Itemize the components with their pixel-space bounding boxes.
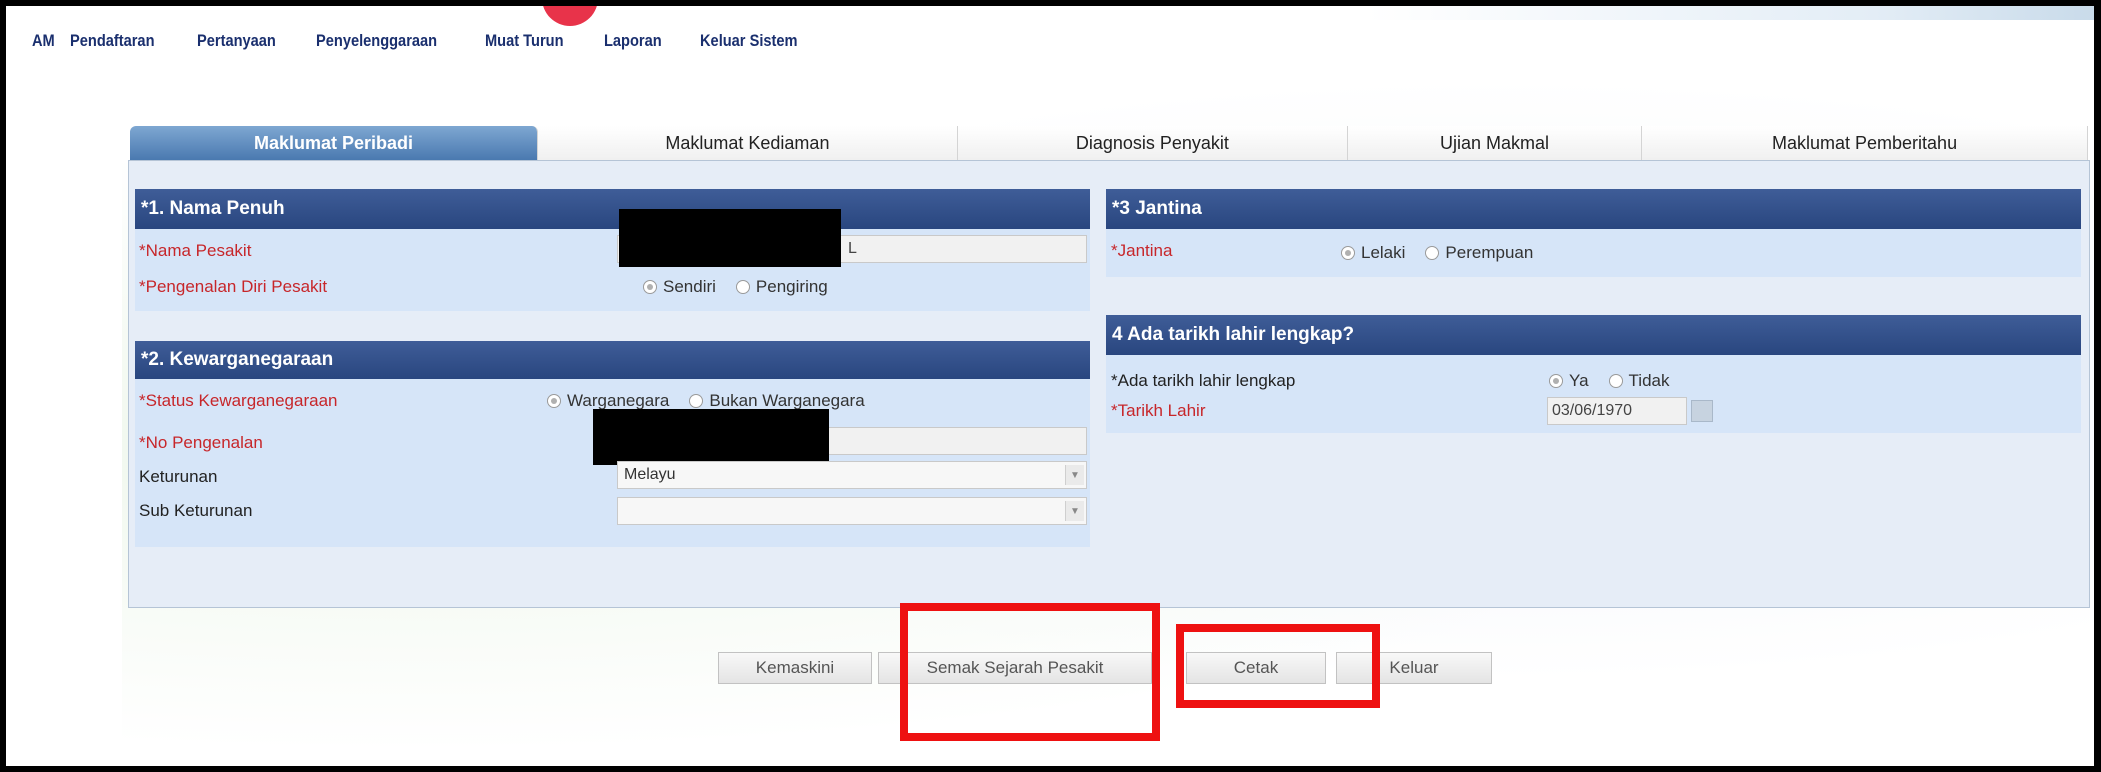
menu-item-laporan[interactable]: Laporan bbox=[604, 31, 662, 51]
section-jantina-body bbox=[1106, 229, 2081, 277]
tab-maklumat-peribadi[interactable]: Maklumat Peribadi bbox=[130, 126, 538, 160]
header-fade-decoration bbox=[1366, 6, 2094, 20]
nama-pesakit-value: L bbox=[848, 240, 857, 257]
section-nama-penuh-header: *1. Nama Penuh bbox=[135, 189, 1090, 229]
chevron-down-icon[interactable]: ▼ bbox=[1065, 501, 1084, 521]
form-panel: *1. Nama Penuh *Nama Pesakit L *Pengenal… bbox=[128, 160, 2090, 608]
keturunan-label: Keturunan bbox=[139, 467, 218, 486]
chevron-down-icon[interactable]: ▼ bbox=[1065, 465, 1084, 485]
tab-ujian-makmal[interactable]: Ujian Makmal bbox=[1348, 126, 1643, 160]
sub-keturunan-label: Sub Keturunan bbox=[139, 501, 253, 520]
pengenalan-diri-label: *Pengenalan Diri Pesakit bbox=[139, 277, 328, 296]
status-kewarganegaraan-radio-group: Warganegara Bukan Warganegara bbox=[547, 391, 885, 411]
radio-perempuan-label: Perempuan bbox=[1445, 243, 1534, 262]
section-tarikh-lahir-header: 4 Ada tarikh lahir lengkap? bbox=[1106, 315, 2081, 355]
no-pengenalan-label: *No Pengenalan bbox=[139, 433, 263, 452]
form-tabs: Maklumat Peribadi Maklumat Kediaman Diag… bbox=[130, 126, 2088, 161]
red-marker-decoration bbox=[542, 6, 598, 26]
radio-bukan-warganegara-label: Bukan Warganegara bbox=[709, 391, 865, 410]
radio-pengiring[interactable] bbox=[735, 280, 750, 294]
radio-perempuan[interactable] bbox=[1425, 246, 1440, 260]
menu-item-muat-turun[interactable]: Muat Turun bbox=[485, 31, 564, 51]
tab-diagnosis-penyakit[interactable]: Diagnosis Penyakit bbox=[958, 126, 1348, 160]
radio-ya[interactable] bbox=[1549, 374, 1563, 388]
radio-ya-label: Ya bbox=[1569, 371, 1589, 390]
radio-tidak[interactable] bbox=[1608, 374, 1623, 388]
keturunan-value: Melayu bbox=[624, 466, 676, 483]
menu-item-penyelenggaraan[interactable]: Penyelenggaraan bbox=[316, 31, 437, 51]
tarikh-lahir-value: 03/06/1970 bbox=[1552, 402, 1633, 419]
radio-warganegara-label: Warganegara bbox=[567, 391, 670, 410]
jantina-label: *Jantina bbox=[1111, 241, 1173, 260]
menu-item-pendaftaran[interactable]: Pendaftaran bbox=[70, 31, 154, 51]
sub-keturunan-select[interactable]: ▼ bbox=[617, 497, 1087, 525]
section-jantina-header: *3 Jantina bbox=[1106, 189, 2081, 229]
radio-pengiring-label: Pengiring bbox=[755, 277, 828, 296]
keturunan-select[interactable]: Melayu ▼ bbox=[617, 461, 1087, 489]
kemaskini-button[interactable]: Kemaskini bbox=[718, 652, 872, 684]
radio-sendiri-label: Sendiri bbox=[663, 277, 716, 296]
main-menu: AM Pendaftaran Pertanyaan Penyelenggaraa… bbox=[6, 28, 841, 54]
redacted-name-box bbox=[619, 209, 841, 267]
radio-tidak-label: Tidak bbox=[1628, 371, 1670, 390]
menu-item-am[interactable]: AM bbox=[32, 31, 55, 51]
ada-tarikh-lahir-label: *Ada tarikh lahir lengkap bbox=[1111, 371, 1296, 390]
radio-lelaki[interactable] bbox=[1341, 246, 1355, 260]
radio-lelaki-label: Lelaki bbox=[1361, 243, 1406, 262]
status-kewarganegaraan-label: *Status Kewarganegaraan bbox=[139, 391, 338, 410]
menu-item-pertanyaan[interactable]: Pertanyaan bbox=[197, 31, 276, 51]
menu-item-keluar-sistem[interactable]: Keluar Sistem bbox=[700, 31, 798, 51]
redacted-id-box bbox=[593, 409, 829, 465]
section-kewarganegaraan-header: *2. Kewarganegaraan bbox=[135, 341, 1090, 379]
jantina-radio-group: Lelaki Perempuan bbox=[1341, 243, 1553, 263]
app-window: AM Pendaftaran Pertanyaan Penyelenggaraa… bbox=[6, 6, 2094, 766]
tab-maklumat-pemberitahu[interactable]: Maklumat Pemberitahu bbox=[1642, 126, 2088, 160]
tarikh-lahir-input[interactable]: 03/06/1970 bbox=[1547, 397, 1687, 425]
radio-warganegara[interactable] bbox=[547, 394, 561, 408]
nama-pesakit-label: *Nama Pesakit bbox=[139, 241, 252, 260]
tarikh-lahir-label: *Tarikh Lahir bbox=[1111, 401, 1206, 420]
radio-bukan-warganegara[interactable] bbox=[689, 394, 704, 408]
highlight-box-cetak bbox=[1176, 624, 1380, 708]
highlight-box-semak bbox=[900, 603, 1160, 741]
radio-sendiri[interactable] bbox=[643, 280, 657, 294]
calendar-icon[interactable] bbox=[1691, 400, 1713, 422]
tab-maklumat-kediaman[interactable]: Maklumat Kediaman bbox=[538, 126, 958, 160]
ada-tarikh-lahir-radio-group: Ya Tidak bbox=[1549, 371, 1690, 391]
pengenalan-diri-radio-group: Sendiri Pengiring bbox=[643, 277, 848, 297]
